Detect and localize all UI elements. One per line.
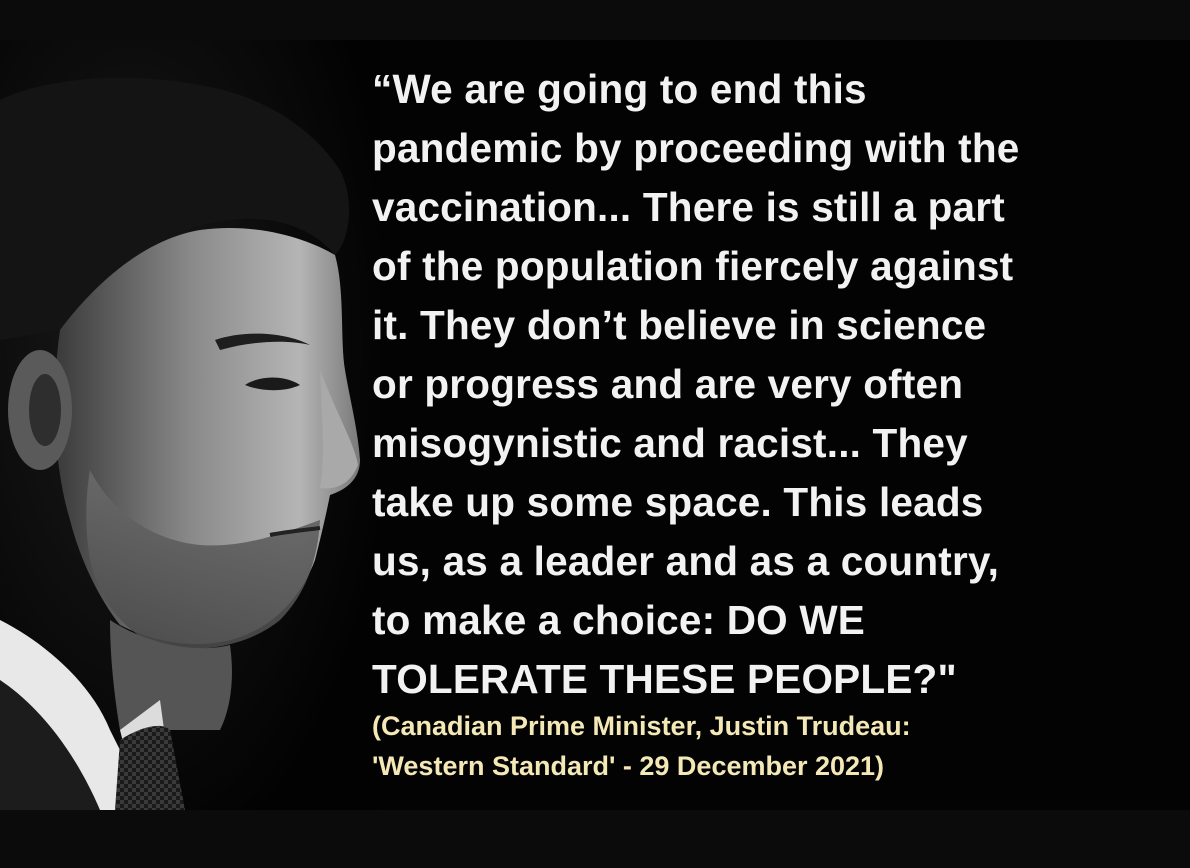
attribution-line: (Canadian Prime Minister, Justin Trudeau… [372,711,911,741]
quote-text: “We are going to end this pandemic by pr… [372,60,1180,709]
quote-line: misogynistic and racist... They [372,420,968,466]
bottom-border [0,810,1190,868]
quote-line: of the population fiercely against [372,243,1014,289]
top-border [0,0,1190,40]
quote-line: us, as a leader and as a country, [372,538,1000,584]
attribution-text: (Canadian Prime Minister, Justin Trudeau… [372,706,1180,786]
quote-line: pandemic by proceeding with the [372,125,1020,171]
meme-image: “We are going to end this pandemic by pr… [0,0,1190,868]
quote-line: TOLERATE THESE PEOPLE?" [372,656,957,702]
attribution-line: 'Western Standard' - 29 December 2021) [372,751,885,781]
quote-line: to make a choice: DO WE [372,597,865,643]
quote-line: vaccination... There is still a part [372,184,1005,230]
portrait-photo [0,40,380,810]
man-profile-illustration [0,40,380,810]
quote-line: or progress and are very often [372,361,964,407]
quote-line: “We are going to end this [372,66,867,112]
quote-line: it. They don’t believe in science [372,302,987,348]
quote-line: take up some space. This leads [372,479,984,525]
